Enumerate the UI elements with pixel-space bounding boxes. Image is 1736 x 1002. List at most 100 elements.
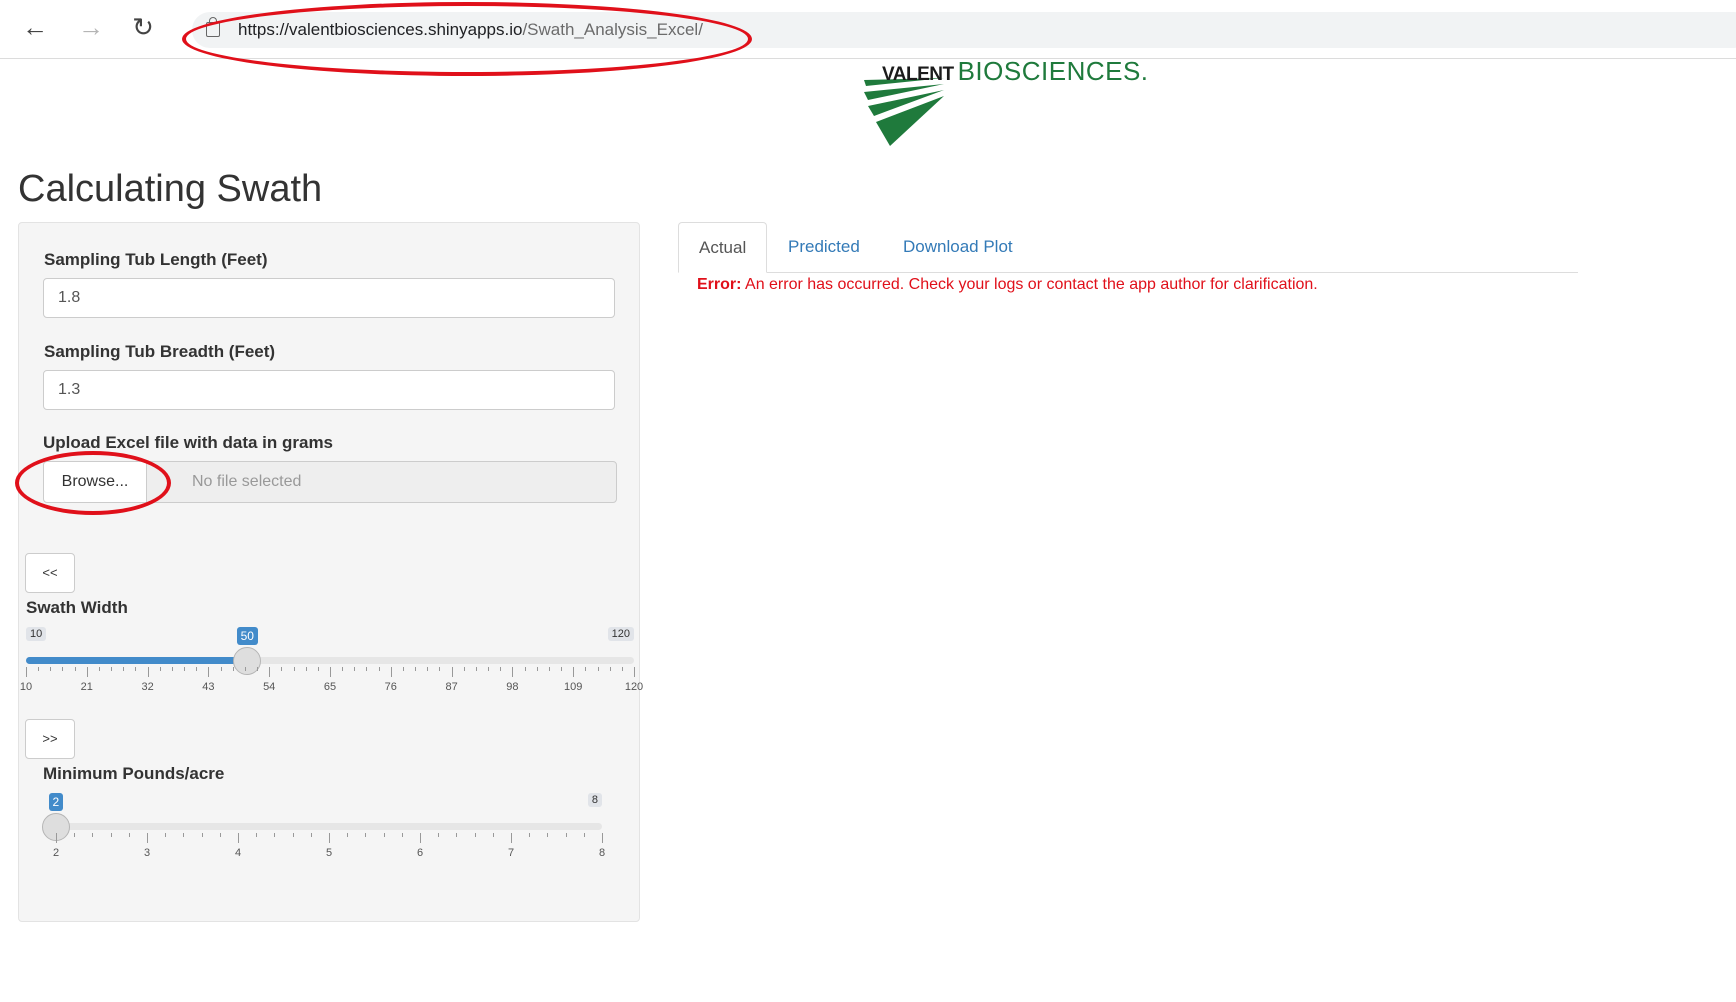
tub-length-label: Sampling Tub Length (Feet) [44,250,268,269]
swath-major-tick [512,667,514,677]
swath-minor-tick [220,667,222,671]
swath-tick-label: 54 [263,681,276,693]
pounds-major-tick [147,833,148,843]
forward-arrow-icon[interactable]: → [76,12,106,42]
swath-tick-label: 87 [445,681,458,693]
pounds-major-tick [329,833,330,843]
logo-brand-bold: VALENT [882,64,954,85]
pounds-major-tick [511,833,512,843]
swath-tick-label: 10 [19,681,33,693]
annotation-circle-url [182,2,752,76]
tab-actual[interactable]: Actual [678,222,768,273]
swath-minor-tick [74,667,76,671]
swath-minor-tick [402,667,404,671]
swath-major-tick [269,667,271,677]
swath-tick-label: 76 [384,681,397,693]
file-status: No file selected [146,461,617,503]
next-button[interactable]: >> [25,719,75,759]
pounds-minor-tick [128,833,130,837]
swath-minor-tick [366,667,368,671]
pounds-tick-label: 4 [234,847,242,859]
swath-width-slider[interactable]: 10 120 50 10 21 32 43 54 65 76 87 98 109 120 [20,627,643,697]
pounds-minor-tick [365,833,367,837]
swath-minor-tick [171,667,173,671]
logo-brand-rest: BIOSCIENCES. [957,56,1149,86]
swath-major-tick [147,667,149,677]
min-pounds-slider[interactable]: 8 2 2 3 4 5 6 7 8 [42,793,606,863]
swath-minor-tick [427,667,429,671]
error-message: Error: An error has occurred. Check your… [697,276,1318,294]
swath-minor-tick [98,667,100,671]
swath-major-tick [390,667,392,677]
tub-breadth-label: Sampling Tub Breadth (Feet) [44,342,276,361]
swath-major-tick [86,667,88,677]
pounds-minor-tick [110,833,112,837]
swath-major-tick [26,667,27,677]
pounds-minor-tick [183,833,185,837]
tab-predicted[interactable]: Predicted [768,222,880,272]
swath-value-label: 50 [236,627,258,645]
tab-bar: Actual Predicted Download Plot [678,222,1578,273]
pounds-value-label: 2 [48,793,64,811]
swath-minor-tick [500,667,502,671]
pounds-tick-label: 3 [143,847,151,859]
swath-track[interactable] [26,657,634,664]
logo-text: VALENT BIOSCIENCES. [882,56,1149,87]
swath-minor-tick [378,667,380,671]
swath-minor-tick [123,667,125,671]
swath-tick-label: 120 [624,681,644,693]
pounds-minor-tick [292,833,294,837]
swath-fill [26,657,248,664]
swath-minor-tick [305,667,307,671]
prev-button[interactable]: << [25,553,75,593]
min-pounds-label: Minimum Pounds/acre [43,764,225,783]
page-title: Calculating Swath [18,168,323,210]
pounds-minor-tick [201,833,203,837]
swath-minor-tick [232,667,234,671]
pounds-minor-tick [547,833,549,837]
pounds-tick-label: 2 [52,847,60,859]
pounds-minor-tick [492,833,494,837]
swath-minor-tick [439,667,441,671]
swath-major-tick [330,667,331,677]
swath-minor-tick [463,667,465,671]
pounds-tick-label: 8 [598,847,606,859]
pounds-max-label: 8 [587,793,602,807]
swath-minor-tick [524,667,526,671]
swath-minor-tick [317,667,319,671]
swath-tick-label: 98 [506,681,519,693]
swath-minor-tick [561,667,563,671]
pounds-minor-tick [438,833,440,837]
tab-download-plot[interactable]: Download Plot [883,222,1033,272]
tub-breadth-input[interactable]: 1.3 [43,370,615,410]
pounds-minor-tick [310,833,312,837]
pounds-minor-tick [92,833,94,837]
error-text: An error has occurred. Check your logs o… [741,276,1318,293]
upload-label: Upload Excel file with data in grams [43,433,334,452]
swath-tick-label: 65 [323,681,337,693]
pounds-minor-tick [529,833,531,837]
swath-major-tick [573,667,575,677]
swath-minor-tick [293,667,295,671]
pounds-minor-tick [583,833,585,837]
swath-minor-tick [475,667,477,671]
pounds-minor-tick [383,833,385,837]
pounds-tick-label: 6 [416,847,424,859]
swath-minor-tick [184,667,186,671]
reload-icon[interactable]: ↻ [128,12,158,42]
back-arrow-icon[interactable]: ← [20,12,50,42]
swath-minor-tick [111,667,113,671]
swath-minor-tick [135,667,137,671]
pounds-major-tick [602,833,603,843]
sidebar-panel: Sampling Tub Length (Feet) 1.8 Sampling … [15,222,643,922]
swath-minor-tick [585,667,587,671]
pounds-minor-tick [256,833,258,837]
pounds-track[interactable] [56,823,602,830]
pounds-minor-tick [565,833,567,837]
swath-minor-tick [281,667,283,671]
pounds-major-tick [238,833,239,843]
tub-length-input[interactable]: 1.8 [43,278,615,318]
swath-minor-tick [159,667,161,671]
swath-minor-tick [244,667,246,671]
swath-max-label: 120 [607,627,634,641]
